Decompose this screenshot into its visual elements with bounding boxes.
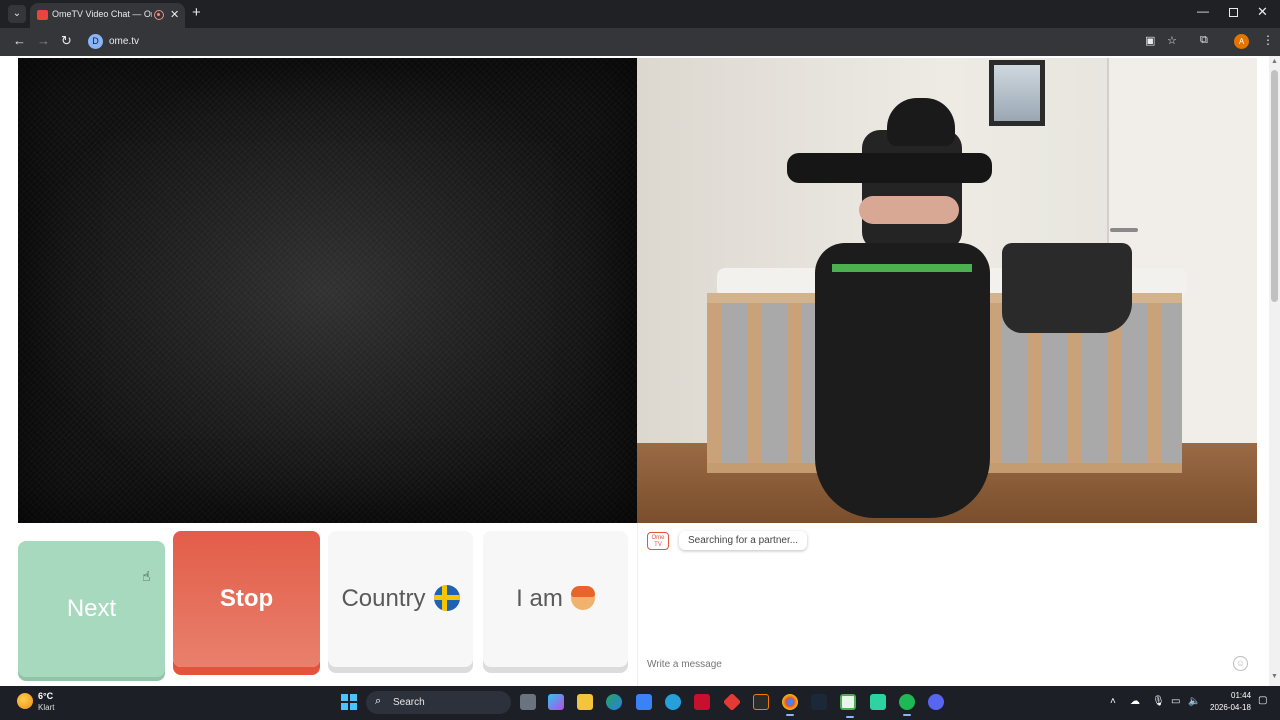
tab-search-icon[interactable]: ⌄ [8,5,26,23]
close-window-button[interactable]: ✕ [1257,4,1268,20]
own-camera-video [637,58,1257,523]
camera-chair-strip [832,264,972,272]
tray-overflow-icon[interactable]: ˄ [1110,696,1116,707]
weather-icon[interactable] [17,693,33,709]
tab-title: OmeTV Video Chat — Ome [52,9,152,19]
discord-icon[interactable] [928,694,944,710]
camera-chair-back [815,243,990,518]
url-text[interactable]: ome.tv [109,36,139,47]
taskbar-search-label: Search [393,697,425,708]
next-label: Next [66,595,117,622]
i-am-button[interactable]: I am [483,531,628,667]
chat-status-message: Searching for a partner... [679,531,808,550]
camera-chair-top [787,153,992,183]
notification-icon[interactable]: ▢ [1258,695,1267,706]
network-icon[interactable]: ▭ [1171,696,1180,707]
mouse-pointer-icon: ☝ [142,568,151,584]
settings-app-icon[interactable] [665,694,681,710]
camera-person-torso [862,130,962,250]
store-icon[interactable] [636,694,652,710]
stop-label: Stop [219,585,274,612]
extensions-icon[interactable]: ⧉ [1200,34,1208,47]
weather-description: Klart [38,703,55,712]
message-input[interactable] [639,651,1256,677]
country-button[interactable]: Country [328,531,473,667]
start-button[interactable] [341,694,357,710]
partner-video-static [18,58,637,523]
kebab-menu-icon[interactable]: ⋮ [1262,33,1274,47]
emoji-icon[interactable]: ☺ [1233,656,1248,671]
app-bot-icon[interactable] [870,694,886,710]
copilot-icon[interactable] [548,694,564,710]
sweden-flag-icon [433,584,460,611]
back-arrow-icon[interactable]: ← [13,33,26,48]
windows-taskbar: 6°C Klart ⌕ Search ˄ ☁ 🎙 ▭ 🔈 01:44 2026-… [0,686,1280,720]
cloud-sync-icon[interactable]: ☁ [1130,696,1140,707]
stop-button[interactable]: Stop [173,531,320,667]
ometv-page: Next Stop Country I am ☝ Ome TV Searchin… [0,56,1280,686]
profile-avatar[interactable]: A [1234,34,1249,49]
camera-person-arms [859,196,959,224]
file-explorer-icon[interactable] [577,694,593,710]
camera-person-head [887,98,955,146]
app-document-icon[interactable] [840,694,856,718]
page-scrollbar[interactable]: ▲ ▼ [1269,56,1280,686]
next-button[interactable]: Next [18,541,165,677]
minimize-window-button[interactable]: — [1197,4,1209,18]
boy-emoji-icon [570,585,595,610]
task-view-icon[interactable] [520,694,536,710]
weather-temperature: 6°C [38,691,54,701]
app-diamond-icon[interactable] [722,692,742,712]
steam-icon[interactable] [811,694,827,710]
camera-door-handle [1110,228,1138,232]
new-tab-button[interactable]: + [192,5,201,21]
clock-date[interactable]: 2026-04-18 [1210,703,1251,712]
forward-arrow-icon[interactable]: → [37,33,50,48]
edge-icon[interactable] [606,694,622,710]
camera-jacket [1002,243,1132,333]
app-terminal-icon[interactable] [753,694,769,710]
ometv-logo-icon: Ome TV [647,532,669,550]
camera-picture-frame [989,60,1045,126]
maximize-window-button[interactable] [1229,8,1238,17]
chrome-icon[interactable] [782,694,798,716]
spotify-icon[interactable] [899,694,915,716]
tab-close-button[interactable]: ✕ [170,8,179,21]
cast-icon[interactable]: ▣ [1145,34,1155,47]
star-icon[interactable]: ☆ [1167,34,1177,47]
tab-ometv[interactable]: OmeTV Video Chat — Ome ✕ [30,3,185,28]
site-info-icon[interactable]: D [88,34,103,49]
scroll-down-icon[interactable]: ▼ [1271,673,1278,680]
microphone-icon[interactable]: 🎙 [1152,696,1165,707]
reload-icon[interactable]: ↻ [61,33,72,49]
search-icon: ⌕ [375,695,382,707]
scrollbar-thumb[interactable] [1271,70,1278,302]
volume-icon[interactable]: 🔈 [1188,696,1200,707]
taskbar-search[interactable]: ⌕ Search [366,691,511,714]
clock-time[interactable]: 01:44 [1231,691,1251,700]
scroll-up-icon[interactable]: ▲ [1271,58,1278,65]
browser-tab-strip: ⌄ OmeTV Video Chat — Ome ✕ + — ✕ [0,0,1280,28]
i-am-label: I am [516,585,563,612]
address-bar[interactable]: D ome.tv [82,31,1192,53]
mcafee-icon[interactable] [694,694,710,710]
recording-icon [154,10,164,20]
chat-panel: Ome TV Searching for a partner... ☺ [637,523,1257,686]
browser-toolbar: ← → ↻ D ome.tv ▣ ☆ ⧉ A ⋮ [0,28,1280,56]
country-label: Country [341,585,426,612]
ometv-favicon-icon [37,10,48,20]
